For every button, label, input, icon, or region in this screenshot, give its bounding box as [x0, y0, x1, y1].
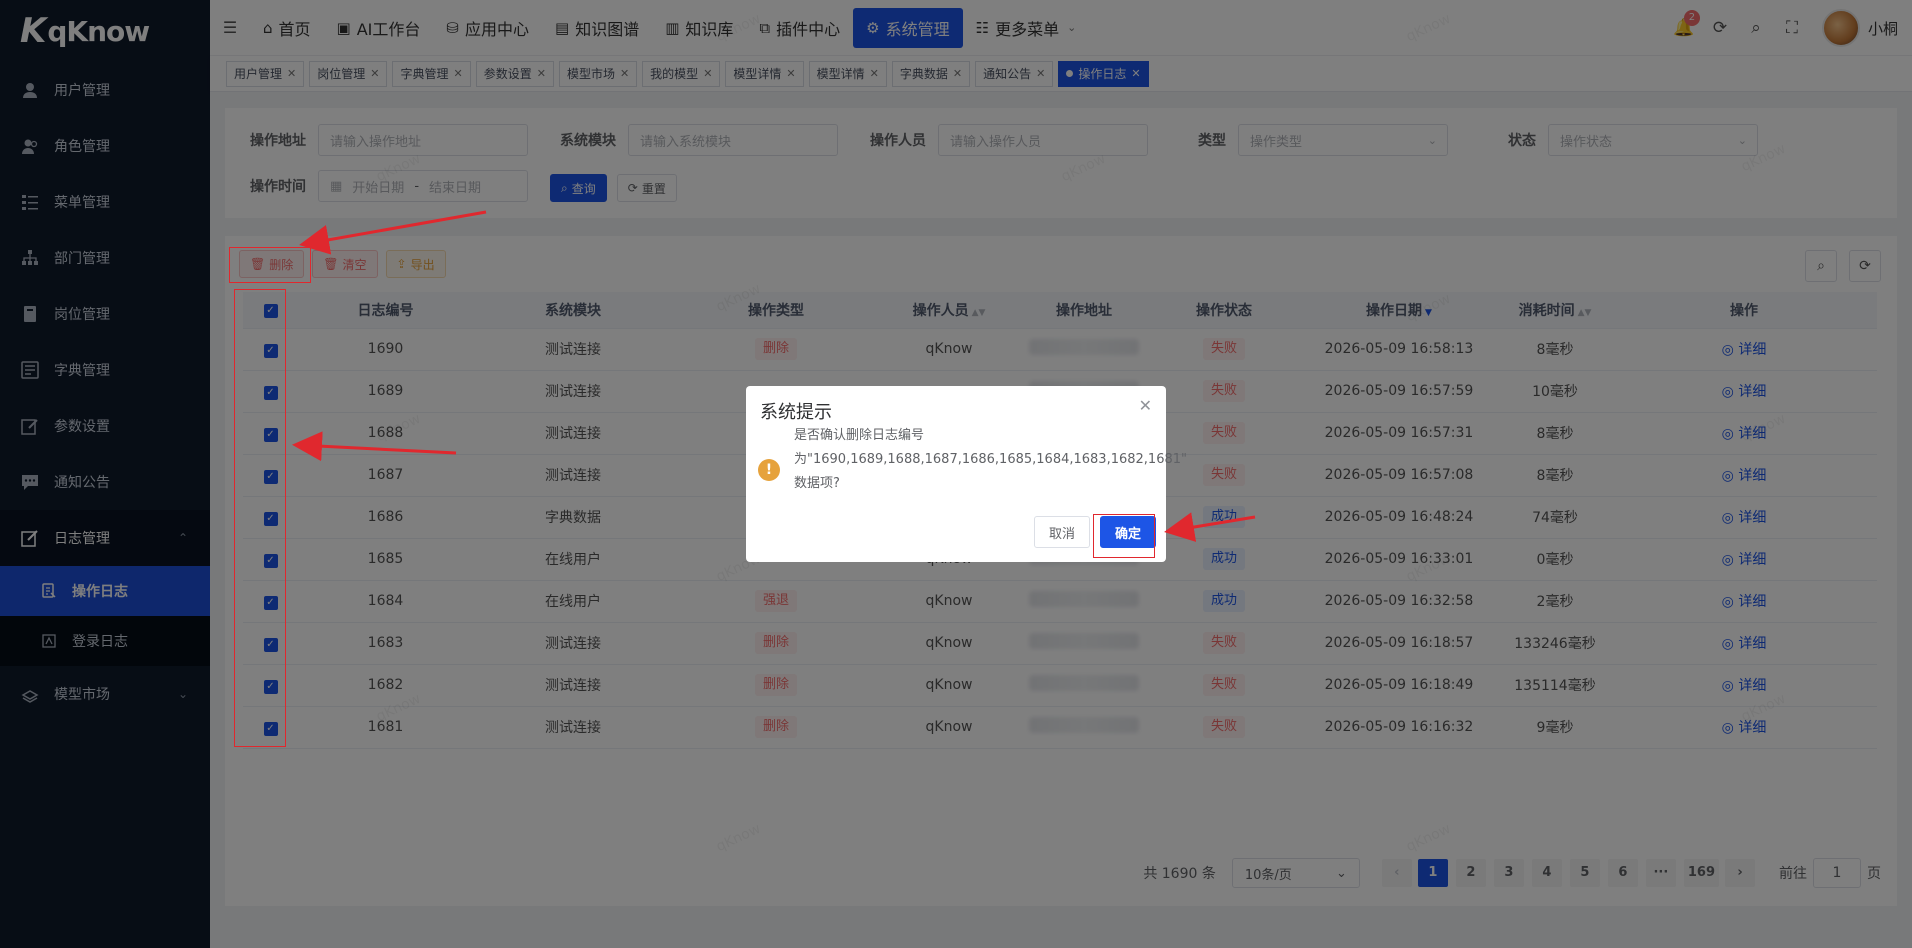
arrow-to-confirm: [1164, 512, 1256, 542]
arrow-to-checkboxes: [292, 431, 457, 462]
annotation-arrows: [292, 210, 1256, 542]
arrow-to-delete: [299, 210, 487, 255]
